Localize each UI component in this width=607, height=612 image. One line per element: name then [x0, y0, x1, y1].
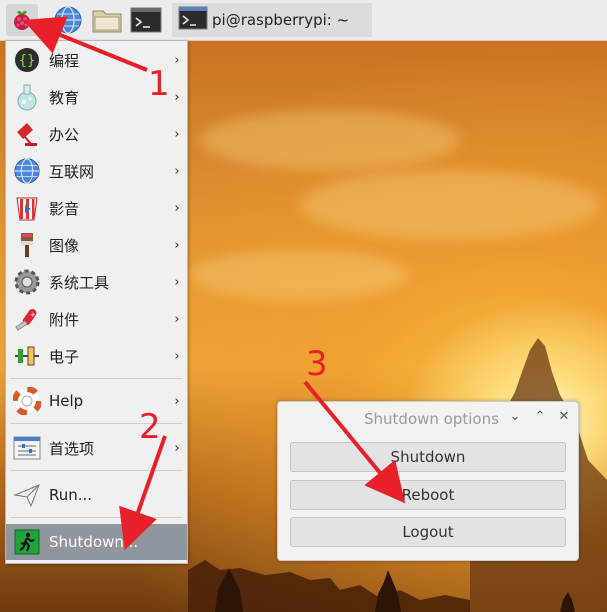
close-icon[interactable]: ✕: [556, 409, 572, 427]
chevron-right-icon: ›: [174, 52, 180, 68]
accessories-knife-icon: +: [11, 303, 43, 335]
internet-globe-icon: [11, 155, 43, 187]
menu-separator: [10, 470, 183, 471]
taskbar: pi@raspberrypi: ~: [0, 0, 607, 41]
office-lamp-icon: [11, 118, 43, 150]
shutdown-exit-icon: [11, 526, 43, 558]
chevron-right-icon: ›: [174, 348, 180, 364]
menu-item-shutdown[interactable]: Shutdown...: [6, 524, 187, 560]
raspberry-icon: [14, 10, 30, 30]
chevron-right-icon: ›: [174, 126, 180, 142]
application-menu: {} 编程 › 教育 › 办公 › 互联网 › 影音 › 图像 › 系统工具 ›…: [5, 40, 188, 564]
menu-item-run[interactable]: Run...: [6, 477, 187, 513]
maximize-chevron-icon[interactable]: ⌃: [532, 409, 548, 427]
education-flask-icon: [11, 81, 43, 113]
menu-item-system-tools[interactable]: 系统工具 ›: [6, 264, 187, 300]
run-paper-plane-icon: [11, 479, 43, 511]
chevron-right-icon: ›: [174, 200, 180, 216]
preferences-icon: [11, 432, 43, 464]
sound-video-icon: [11, 192, 43, 224]
menu-separator: [10, 517, 183, 518]
web-browser-launcher[interactable]: [52, 4, 84, 36]
chevron-right-icon: ›: [174, 311, 180, 327]
terminal-task-title: pi@raspberrypi: ~: [212, 11, 350, 29]
file-manager-launcher[interactable]: [91, 4, 123, 36]
shutdown-options-dialog: Shutdown options ⌄ ⌃ ✕ Shutdown Reboot L…: [277, 401, 579, 561]
terminal-icon: [130, 7, 162, 33]
menu-item-accessories[interactable]: + 附件 ›: [6, 301, 187, 337]
menu-item-graphics[interactable]: 图像 ›: [6, 227, 187, 263]
graphics-brush-icon: [11, 229, 43, 261]
menu-separator: [10, 378, 183, 379]
terminal-launcher[interactable]: [130, 4, 162, 36]
shutdown-button[interactable]: Shutdown: [290, 442, 566, 472]
programming-icon: {}: [11, 44, 43, 76]
minimize-chevron-icon[interactable]: ⌄: [507, 409, 523, 427]
svg-text:{}: {}: [19, 53, 36, 69]
electronics-icon: [11, 340, 43, 372]
dialog-title: Shutdown options: [364, 410, 499, 428]
chevron-right-icon: ›: [174, 237, 180, 253]
annotation-step-2: 2: [139, 407, 161, 447]
menu-item-internet[interactable]: 互联网 ›: [6, 153, 187, 189]
reboot-button[interactable]: Reboot: [290, 480, 566, 510]
menu-item-office[interactable]: 办公 ›: [6, 116, 187, 152]
chevron-right-icon: ›: [174, 440, 180, 456]
chevron-right-icon: ›: [174, 274, 180, 290]
chevron-right-icon: ›: [174, 393, 180, 409]
raspberry-menu-button[interactable]: [6, 4, 38, 36]
menu-item-electronics[interactable]: 电子 ›: [6, 338, 187, 374]
annotation-step-1: 1: [148, 64, 170, 104]
system-tools-gear-icon: [11, 266, 43, 298]
help-lifebuoy-icon: [11, 385, 43, 417]
chevron-right-icon: ›: [174, 163, 180, 179]
terminal-task-icon: [178, 6, 208, 34]
menu-item-sound-video[interactable]: 影音 ›: [6, 190, 187, 226]
svg-text:+: +: [30, 311, 36, 319]
annotation-step-3: 3: [306, 344, 328, 384]
chevron-right-icon: ›: [174, 89, 180, 105]
logout-button[interactable]: Logout: [290, 517, 566, 547]
globe-icon: [54, 6, 82, 34]
folder-icon: [92, 10, 122, 33]
terminal-task-button[interactable]: pi@raspberrypi: ~: [172, 3, 372, 37]
dialog-title-bar[interactable]: Shutdown options ⌄ ⌃ ✕: [278, 402, 578, 436]
